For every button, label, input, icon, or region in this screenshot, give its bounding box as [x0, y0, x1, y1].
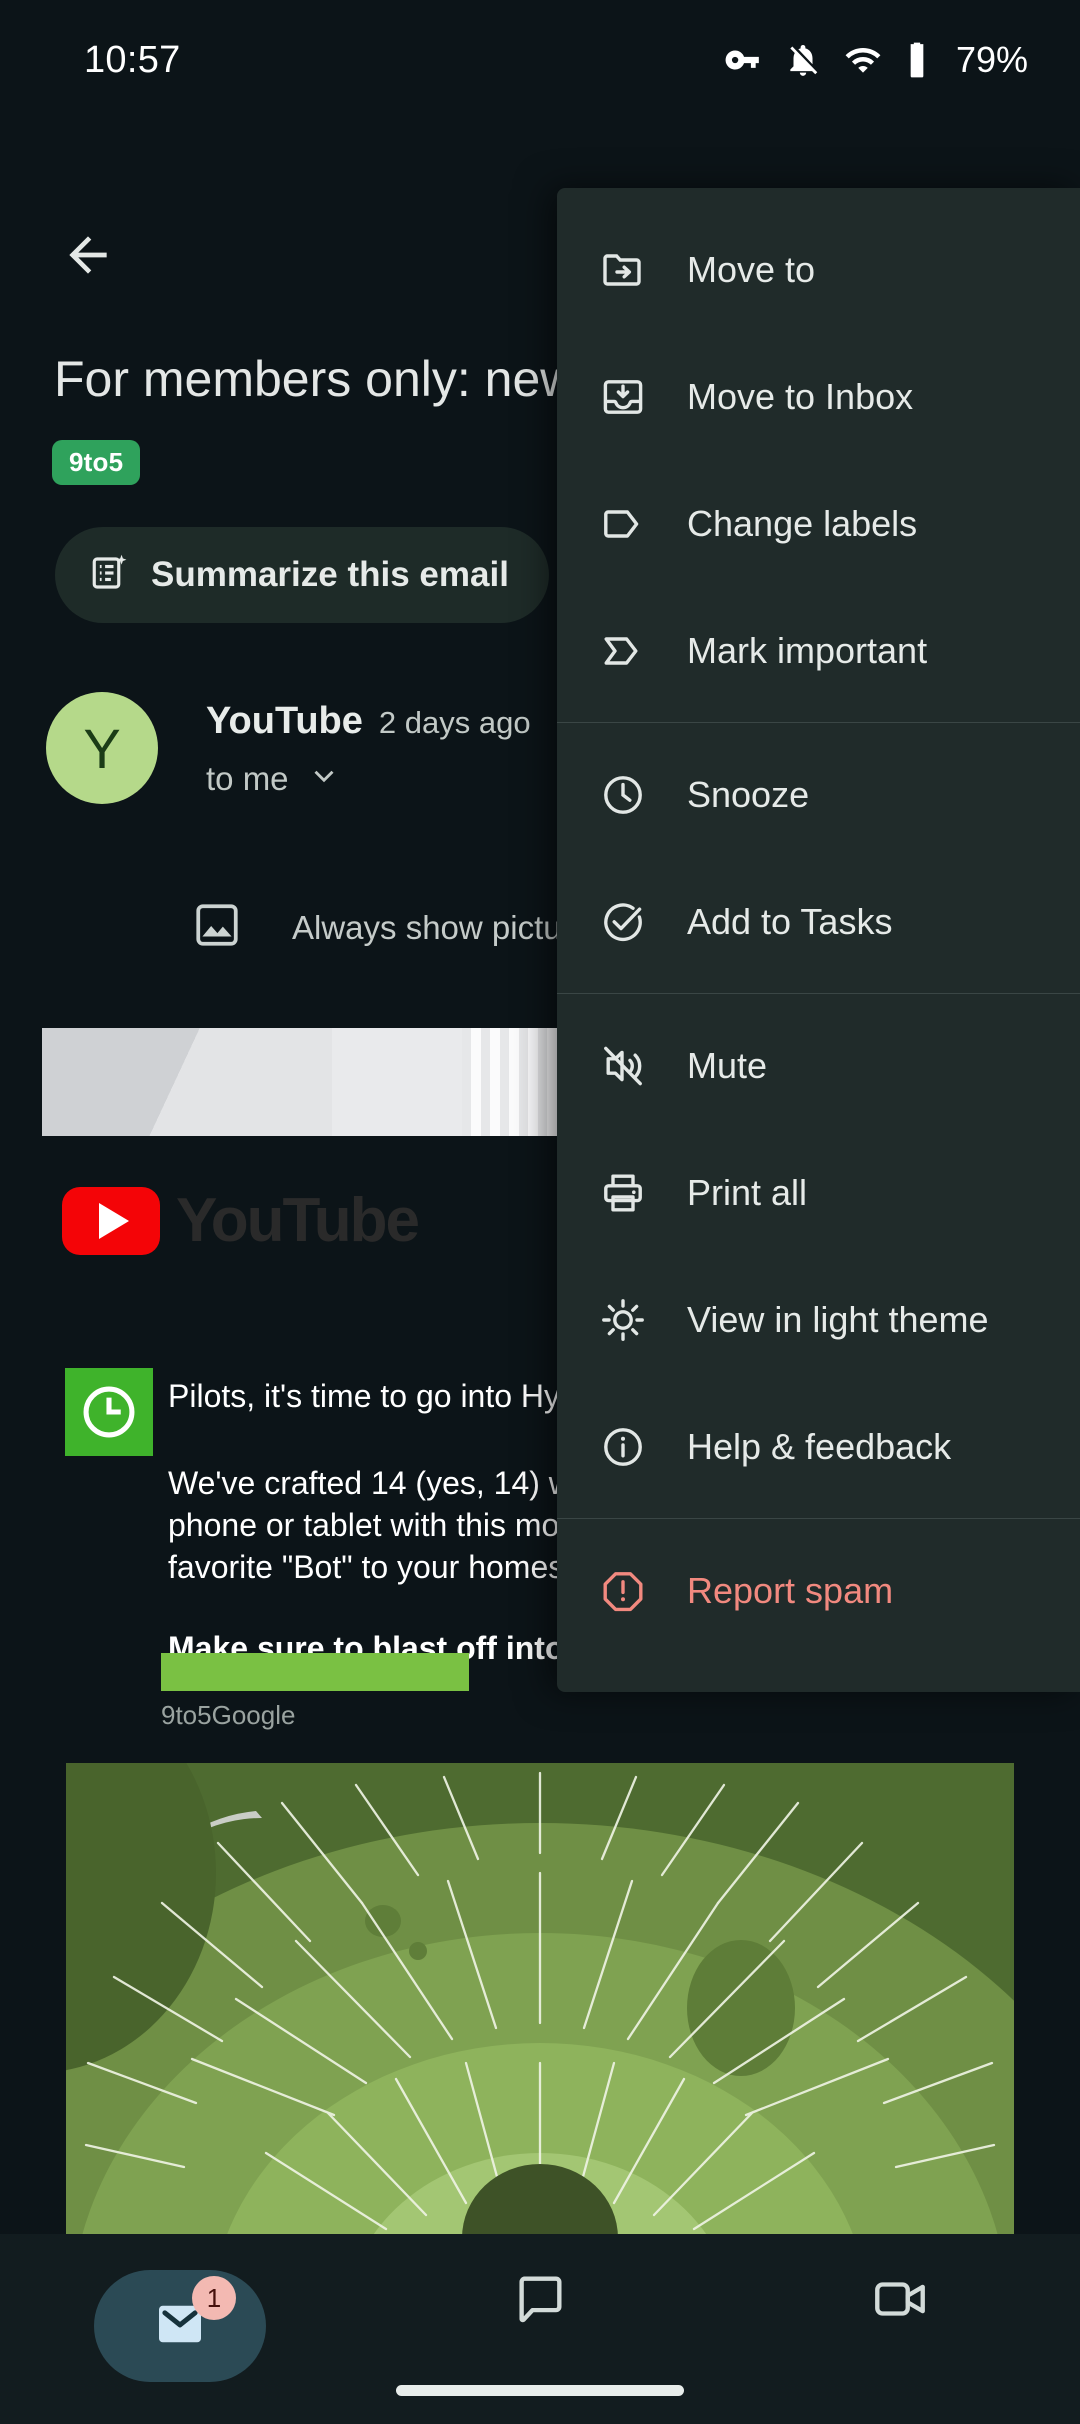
battery-percent-label: 79% — [955, 39, 1028, 80]
menu-item-label: Help & feedback — [687, 1425, 952, 1467]
status-bar: 10:57 79% — [0, 0, 1080, 120]
menu-item-mark-important[interactable]: Mark important — [557, 587, 1080, 714]
hero-illustration — [66, 1763, 1014, 2238]
avatar[interactable]: Y — [46, 692, 158, 804]
volume-off-icon — [597, 1040, 649, 1092]
nav-item-chat[interactable] — [360, 2270, 720, 2333]
sender-name: YouTube — [206, 700, 363, 742]
vpn-key-icon — [724, 41, 762, 79]
nav-mail-pill[interactable]: 1 — [94, 2270, 266, 2382]
print-icon — [597, 1167, 649, 1219]
menu-divider — [557, 993, 1080, 994]
wifi-icon — [844, 41, 882, 79]
menu-item-change-labels[interactable]: Change labels — [557, 460, 1080, 587]
label-chip-9to5[interactable]: 9to5 — [52, 440, 141, 485]
battery-icon — [904, 41, 930, 79]
overflow-menu: Move to Move to Inbox Change labels Mark… — [557, 188, 1080, 1692]
bottom-navigation-bar: 1 — [0, 2234, 1080, 2424]
summarize-icon — [89, 552, 131, 599]
light-mode-icon — [597, 1294, 649, 1346]
chat-bubble-icon — [511, 2270, 569, 2333]
youtube-wordmark: YouTube — [176, 1186, 420, 1255]
back-button[interactable] — [46, 213, 130, 297]
recipient-label: to me — [206, 759, 289, 797]
menu-divider — [557, 1518, 1080, 1519]
banner-shape-left — [42, 1028, 332, 1136]
info-icon — [597, 1421, 649, 1473]
email-date: 2 days ago — [378, 705, 531, 740]
youtube-logo: YouTube — [62, 1185, 420, 1256]
menu-item-label: Mute — [687, 1044, 768, 1086]
label-icon — [597, 498, 649, 550]
gesture-home-indicator[interactable] — [396, 2385, 684, 2396]
menu-item-view-in-light-theme[interactable]: View in light theme — [557, 1256, 1080, 1383]
menu-item-snooze[interactable]: Snooze — [557, 731, 1080, 858]
chevron-down-icon[interactable] — [307, 759, 341, 798]
menu-item-label: View in light theme — [687, 1298, 989, 1340]
space-android-illustration — [66, 1763, 1014, 2238]
mail-unread-badge: 1 — [192, 2276, 236, 2320]
clock-illustration-icon — [65, 1368, 153, 1456]
nav-item-meet[interactable] — [720, 2270, 1080, 2333]
menu-item-label: Move to — [687, 248, 816, 290]
add-task-icon — [597, 896, 649, 948]
drive-file-move-icon — [597, 244, 649, 296]
menu-item-print-all[interactable]: Print all — [557, 1129, 1080, 1256]
menu-item-help-and-feedback[interactable]: Help & feedback — [557, 1383, 1080, 1510]
youtube-play-icon — [62, 1186, 160, 1255]
menu-item-label: Snooze — [687, 773, 810, 815]
menu-item-mute[interactable]: Mute — [557, 1002, 1080, 1129]
status-icon-group: 79% — [724, 39, 1028, 81]
menu-item-label: Change labels — [687, 502, 918, 544]
summarize-label: Summarize this email — [151, 555, 509, 594]
menu-item-label: Add to Tasks — [687, 900, 893, 942]
menu-item-move-to-inbox[interactable]: Move to Inbox — [557, 333, 1080, 460]
menu-item-add-to-tasks[interactable]: Add to Tasks — [557, 858, 1080, 985]
move-to-inbox-icon — [597, 371, 649, 423]
gmail-conversation-screen: 10:57 79% For members only: new 9to5 Sum… — [0, 0, 1080, 2424]
video-camera-icon — [871, 2270, 929, 2333]
sender-row: Y YouTube 2 days ago to me — [46, 692, 531, 804]
clock-icon — [597, 769, 649, 821]
menu-divider — [557, 722, 1080, 723]
recipient-row[interactable]: to me — [206, 759, 531, 798]
image-icon — [192, 900, 242, 955]
notifications-off-icon — [784, 41, 822, 79]
status-clock: 10:57 — [84, 38, 181, 81]
label-important-icon — [597, 625, 649, 677]
sender-line-primary: YouTube 2 days ago — [206, 700, 531, 743]
report-icon — [597, 1565, 649, 1617]
summarize-email-button[interactable]: Summarize this email — [55, 527, 549, 623]
menu-item-move-to[interactable]: Move to — [557, 206, 1080, 333]
sender-meta: YouTube 2 days ago to me — [206, 692, 531, 798]
menu-item-label: Mark important — [687, 629, 928, 671]
menu-item-label: Report spam — [687, 1569, 894, 1611]
nav-item-mail[interactable]: 1 — [0, 2270, 360, 2382]
green-highlight-bar — [161, 1653, 469, 1691]
menu-item-label: Print all — [687, 1171, 808, 1213]
menu-item-label: Move to Inbox — [687, 375, 914, 417]
attribution-label: 9to5Google — [161, 1700, 296, 1730]
avatar-initial: Y — [83, 716, 121, 780]
menu-item-report-spam[interactable]: Report spam — [557, 1527, 1080, 1654]
